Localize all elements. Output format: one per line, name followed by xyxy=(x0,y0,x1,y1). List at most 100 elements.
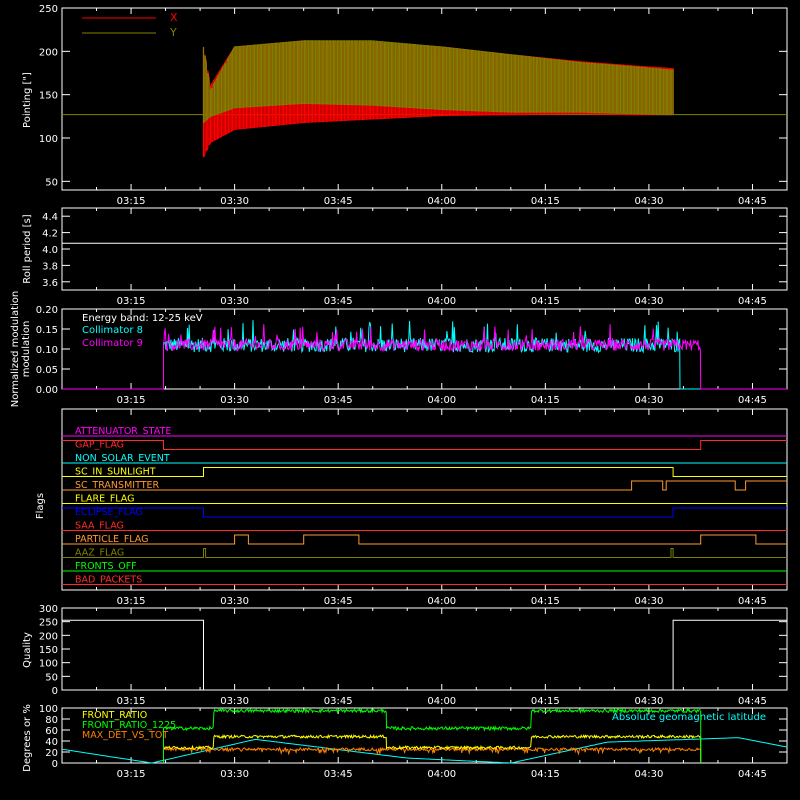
flags-panel: Flags xyxy=(35,493,46,519)
y-tick-label: 250 xyxy=(39,618,58,629)
quality-ylabel: Quality xyxy=(22,632,33,668)
x-tick-label: 03:15 xyxy=(117,196,146,207)
modulation-ylabel-2: modulation xyxy=(21,321,32,378)
observing-summary-stack: Pointing ["] X Y Roll period [s] Normali… xyxy=(0,0,800,800)
x-tick-label: 04:15 xyxy=(531,696,560,707)
x-tick-label: 04:15 xyxy=(531,296,560,307)
y-tick-label: 250 xyxy=(39,4,58,15)
y-tick-label: 4.2 xyxy=(42,229,58,240)
y-tick-label: 100 xyxy=(39,704,58,715)
y-tick-label: 0 xyxy=(52,759,58,770)
flag-label-gap-flag: GAP_FLAG xyxy=(75,440,124,451)
flag-label-non-solar-event: NON_SOLAR_EVENT xyxy=(75,453,170,464)
energy-band-annotation: Energy band: 12-25 keV xyxy=(82,313,203,324)
x-tick-label: 04:00 xyxy=(427,769,456,780)
x-tick-label: 04:45 xyxy=(738,296,767,307)
y-tick-label: 0.00 xyxy=(36,385,58,396)
flag-label-particle-flag: PARTICLE_FLAG xyxy=(75,534,148,545)
flag-label-aaz-flag: AAZ_FLAG xyxy=(75,548,124,559)
y-tick-label: 3.8 xyxy=(42,261,58,272)
legend-label-y: Y xyxy=(169,26,177,39)
legend-label-x: X xyxy=(170,11,178,24)
y-tick-label: 0.20 xyxy=(36,305,58,316)
flag-label-sc-transmitter: SC_TRANSMITTER xyxy=(75,480,160,491)
y-tick-label: 300 xyxy=(39,604,58,615)
x-tick-label: 04:15 xyxy=(531,596,560,607)
x-tick-label: 04:30 xyxy=(634,596,663,607)
y-tick-label: 4.0 xyxy=(42,245,58,256)
y-tick-label: 0.15 xyxy=(36,325,58,336)
x-tick-label: 03:45 xyxy=(324,696,353,707)
y-tick-label: 100 xyxy=(39,659,58,670)
x-tick-label: 03:45 xyxy=(324,196,353,207)
flag-label-sc-in-sunlight: SC_IN_SUNLIGHT xyxy=(75,467,156,478)
x-tick-label: 03:15 xyxy=(117,296,146,307)
x-tick-label: 04:45 xyxy=(738,596,767,607)
x-tick-label: 04:00 xyxy=(427,196,456,207)
flag-label-flare-flag: FLARE_FLAG xyxy=(75,494,135,505)
pointing-ylabel: Pointing ["] xyxy=(22,72,33,128)
x-tick-label: 04:00 xyxy=(427,395,456,406)
y-tick-label: 50 xyxy=(45,672,58,683)
roll-period-panel: Roll period [s] xyxy=(22,214,33,283)
x-tick-label: 03:45 xyxy=(324,769,353,780)
y-tick-label: 50 xyxy=(45,177,58,188)
legend-collimator-8: Collimator 8 xyxy=(82,325,143,336)
flag-label-fronts-off: FRONTS_OFF xyxy=(75,561,137,572)
x-tick-label: 04:45 xyxy=(738,696,767,707)
x-tick-label: 04:00 xyxy=(427,596,456,607)
y-tick-label: 0.05 xyxy=(36,365,58,376)
y-tick-label: 0 xyxy=(52,686,58,697)
y-tick-label: 40 xyxy=(45,737,58,748)
legend-collimator-9: Collimator 9 xyxy=(82,338,143,349)
x-tick-label: 04:45 xyxy=(738,769,767,780)
x-tick-label: 03:45 xyxy=(324,296,353,307)
x-tick-label: 04:00 xyxy=(427,296,456,307)
y-tick-label: 0.10 xyxy=(36,345,58,356)
legend-max-det-vs-tot: MAX_DET_VS_TOT xyxy=(82,730,168,741)
flags-ylabel: Flags xyxy=(35,493,46,519)
modulation-ylabel: Normalized modulation xyxy=(10,291,21,408)
x-tick-label: 04:15 xyxy=(531,395,560,406)
x-tick-label: 03:15 xyxy=(117,395,146,406)
x-tick-label: 04:30 xyxy=(634,196,663,207)
y-tick-label: 200 xyxy=(39,47,58,58)
x-tick-label: 03:15 xyxy=(117,769,146,780)
x-tick-label: 03:30 xyxy=(220,196,249,207)
x-tick-label: 03:30 xyxy=(220,395,249,406)
x-tick-label: 04:30 xyxy=(634,395,663,406)
ratios-ylabel: Degrees or % xyxy=(22,704,33,772)
x-tick-label: 04:30 xyxy=(634,769,663,780)
x-tick-label: 04:45 xyxy=(738,395,767,406)
x-tick-label: 04:45 xyxy=(738,196,767,207)
y-tick-label: 200 xyxy=(39,631,58,642)
x-tick-label: 04:30 xyxy=(634,296,663,307)
quality-panel: Quality xyxy=(22,632,33,668)
flag-label-attenuator-state: ATTENUATOR_STATE xyxy=(75,426,171,437)
x-tick-label: 03:30 xyxy=(220,296,249,307)
x-tick-label: 03:30 xyxy=(220,696,249,707)
x-tick-label: 03:30 xyxy=(220,596,249,607)
x-tick-label: 03:15 xyxy=(117,596,146,607)
flag-label-bad-packets: BAD_PACKETS xyxy=(75,575,142,586)
x-tick-label: 03:30 xyxy=(220,769,249,780)
x-tick-label: 04:15 xyxy=(531,196,560,207)
roll-period-ylabel: Roll period [s] xyxy=(22,214,33,283)
x-tick-label: 03:15 xyxy=(117,696,146,707)
y-tick-label: 3.6 xyxy=(42,278,58,289)
flag-label-saa-flag: SAA_FLAG xyxy=(75,521,124,532)
flag-label-eclipse-flag: ECLIPSE_FLAG xyxy=(75,507,143,518)
x-tick-label: 04:00 xyxy=(427,696,456,707)
x-tick-label: 03:45 xyxy=(324,395,353,406)
x-tick-label: 03:45 xyxy=(324,596,353,607)
y-tick-label: 80 xyxy=(45,715,58,726)
y-tick-label: 150 xyxy=(39,645,58,656)
x-tick-label: 04:30 xyxy=(634,696,663,707)
y-tick-label: 60 xyxy=(45,726,58,737)
x-tick-label: 04:15 xyxy=(531,769,560,780)
y-tick-label: 20 xyxy=(45,748,58,759)
legend-geomag-latitude: Absolute geomagnetic latitude xyxy=(612,712,766,723)
y-tick-label: 100 xyxy=(39,134,58,145)
y-tick-label: 150 xyxy=(39,91,58,102)
y-tick-label: 4.4 xyxy=(42,212,58,223)
